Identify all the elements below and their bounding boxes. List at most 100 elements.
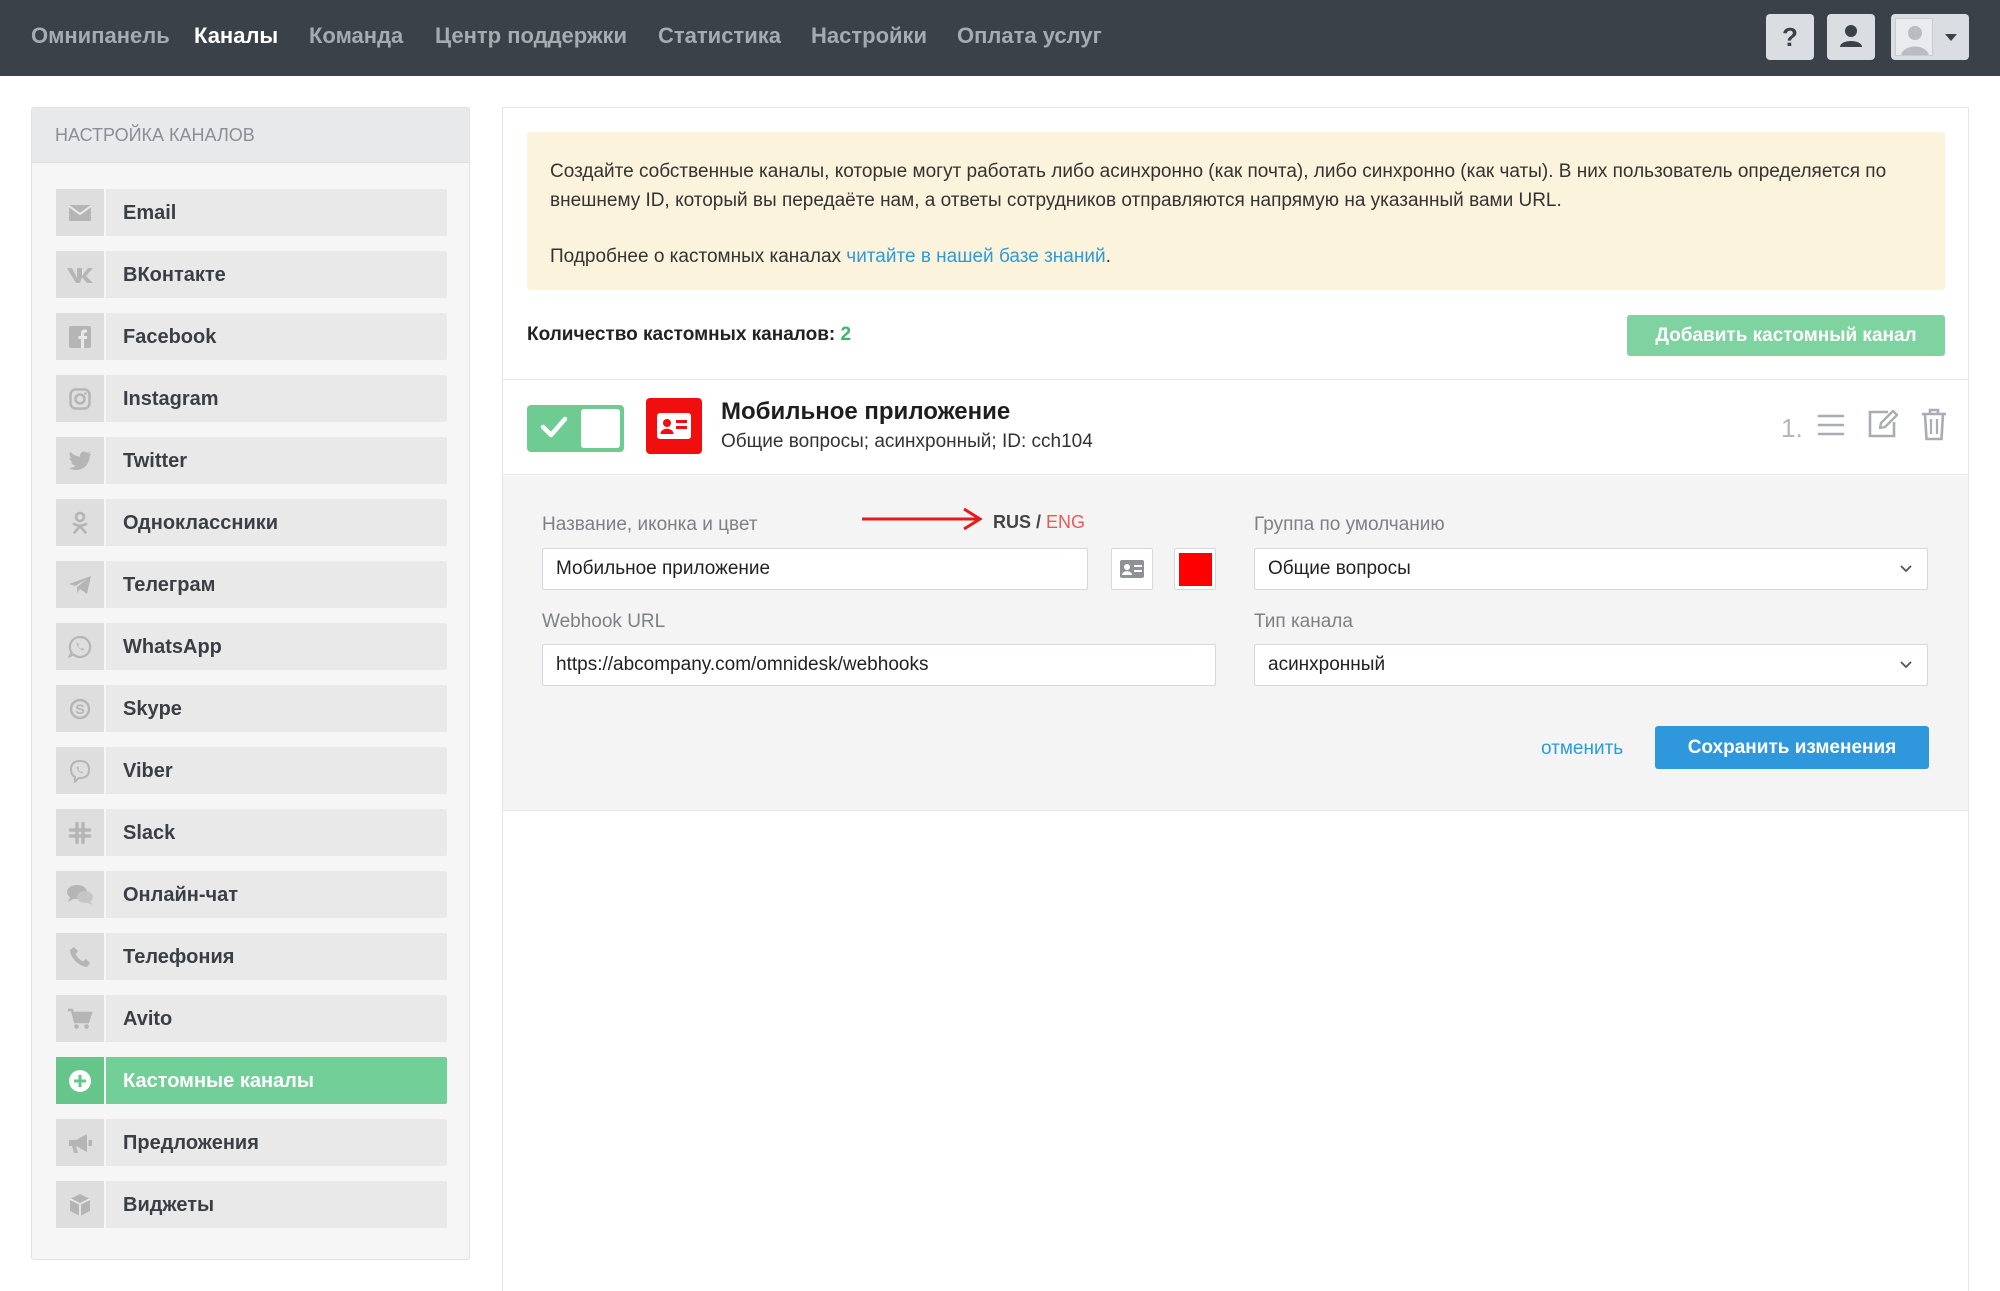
viber-icon [69,759,91,783]
sidebar-title: НАСТРОЙКА КАНАЛОВ [32,108,469,163]
drag-handle-icon[interactable] [1816,410,1846,440]
envelope-icon [68,204,92,221]
user-menu-button[interactable] [1891,14,1969,60]
sidebar-item-label: Виджеты [123,1194,215,1216]
lang-rus[interactable]: RUS [993,512,1031,532]
nav-support-center[interactable]: Центр поддержки [435,23,627,49]
sidebar-item-label: Онлайн-чат [123,884,239,906]
sidebar-item-label: Одноклассники [123,512,279,534]
sidebar-item-label: Viber [123,760,173,782]
nav-billing[interactable]: Оплата услуг [957,23,1102,49]
nav-omnipanel[interactable]: Омнипанель [31,23,170,49]
trash-icon[interactable] [1920,407,1948,441]
nav-team[interactable]: Команда [309,23,403,49]
toggle-knob [581,409,620,448]
color-swatch [1178,552,1212,586]
knowledge-base-link[interactable]: читайте в нашей базе знаний [846,246,1105,267]
sidebar-item-label: Twitter [123,450,188,472]
nav-statistics[interactable]: Статистика [658,23,781,49]
save-changes-button[interactable]: Сохранить изменения [1655,726,1929,769]
channel-type-value: асинхронный [1268,654,1386,675]
sidebar-item-viber[interactable]: Viber [56,747,447,794]
channel-title: Мобильное приложение [721,398,1011,425]
channel-type-select[interactable]: асинхронный [1254,644,1928,686]
add-custom-channel-button[interactable]: Добавить кастомный канал [1627,315,1945,356]
sidebar-item-label: Email [123,202,177,224]
skype-icon: S [69,698,91,719]
sidebar-item-label: Instagram [123,388,219,410]
default-group-value: Общие вопросы [1268,558,1411,579]
sidebar-item-label: WhatsApp [123,636,222,658]
sidebar-item-custom-channels[interactable]: Кастомные каналы [56,1057,447,1104]
sidebar-item-label: Skype [123,698,182,720]
lang-eng[interactable]: ENG [1046,512,1085,532]
info-more-suffix: . [1105,246,1111,267]
count-label: Количество кастомных каналов: [527,324,836,345]
sidebar-item-instagram[interactable]: Instagram [56,375,447,422]
agent-profile-button[interactable] [1827,14,1875,60]
sidebar-item-label: Предложения [123,1132,259,1154]
sidebar-item-telephony[interactable]: Телефония [56,933,447,980]
avatar [1895,18,1933,56]
chevron-down-icon [1900,661,1912,669]
default-group-label: Группа по умолчанию [1254,514,1445,535]
facebook-icon [69,325,91,348]
sidebar-item-twitter[interactable]: Twitter [56,437,447,484]
sidebar-item-email[interactable]: Email [56,189,447,236]
edit-icon[interactable] [1866,408,1900,440]
avatar-placeholder-icon [1896,19,1932,55]
chat-bubbles-icon [67,884,93,905]
name-field-label: Название, иконка и цвет [542,514,758,535]
info-notice: Создайте собственные каналы, которые мог… [527,132,1945,290]
channel-enabled-toggle[interactable] [527,405,624,452]
chevron-down-icon [1945,34,1957,41]
sidebar-item-widgets[interactable]: Виджеты [56,1181,447,1228]
cart-icon [68,1008,93,1029]
sidebar-item-whatsapp[interactable]: WhatsApp [56,623,447,670]
webhook-url-input[interactable]: https://abcompany.com/omnidesk/webhooks [542,644,1216,686]
twitter-icon [68,451,92,470]
main-panel: Создайте собственные каналы, которые мог… [502,107,1969,1291]
sidebar-item-suggestions[interactable]: Предложения [56,1119,447,1166]
channel-order-number: 1. [1781,413,1803,443]
nav-settings[interactable]: Настройки [811,23,927,49]
sidebar-item-label: Facebook [123,326,217,348]
channel-type-label: Тип канала [1254,611,1353,632]
top-navbar: Омнипанель Каналы Команда Центр поддержк… [0,0,2000,76]
sidebar-item-vkontakte[interactable]: ВКонтакте [56,251,447,298]
phone-icon [70,946,90,967]
sidebar-item-label: Телеграм [123,574,216,596]
nav-channels[interactable]: Каналы [194,23,278,49]
sidebar-item-odnoklassniki[interactable]: Одноклассники [56,499,447,546]
channels-sidebar: НАСТРОЙКА КАНАЛОВ Email ВКонтакте Facebo… [31,107,470,1260]
plus-circle-icon [69,1069,91,1092]
count-value: 2 [840,324,852,345]
slack-icon [68,821,92,844]
channel-edit-form: Название, иконка и цвет RUS / ENG Мобиль… [503,476,1968,811]
cube-icon [69,1193,91,1216]
sidebar-item-telegram[interactable]: Телеграм [56,561,447,608]
sidebar-item-facebook[interactable]: Facebook [56,313,447,360]
sidebar-item-avito[interactable]: Avito [56,995,447,1042]
cancel-link[interactable]: отменить [1541,738,1623,760]
chevron-down-icon [1900,565,1912,573]
channel-name-input[interactable]: Мобильное приложение [542,548,1088,590]
sidebar-item-label: Телефония [123,946,235,968]
sidebar-item-label: Avito [123,1008,173,1030]
info-more-prefix: Подробнее о кастомных каналах [550,246,847,267]
sidebar-item-online-chat[interactable]: Онлайн-чат [56,871,447,918]
icon-picker-button[interactable] [1111,548,1153,590]
sidebar-item-slack[interactable]: Slack [56,809,447,856]
svg-text:S: S [75,701,84,717]
odnoklassniki-icon [72,511,88,534]
info-text: Создайте собственные каналы, которые мог… [550,161,1887,211]
color-picker-button[interactable] [1174,548,1216,590]
default-group-select[interactable]: Общие вопросы [1254,548,1928,590]
help-button[interactable]: ? [1766,14,1814,60]
language-switcher: RUS / ENG [993,512,1085,533]
id-card-icon [657,413,691,439]
check-icon [540,416,568,438]
vk-icon [67,267,93,283]
info-more-line: Подробнее о кастомных каналах читайте в … [550,242,1922,271]
sidebar-item-skype[interactable]: S Skype [56,685,447,732]
